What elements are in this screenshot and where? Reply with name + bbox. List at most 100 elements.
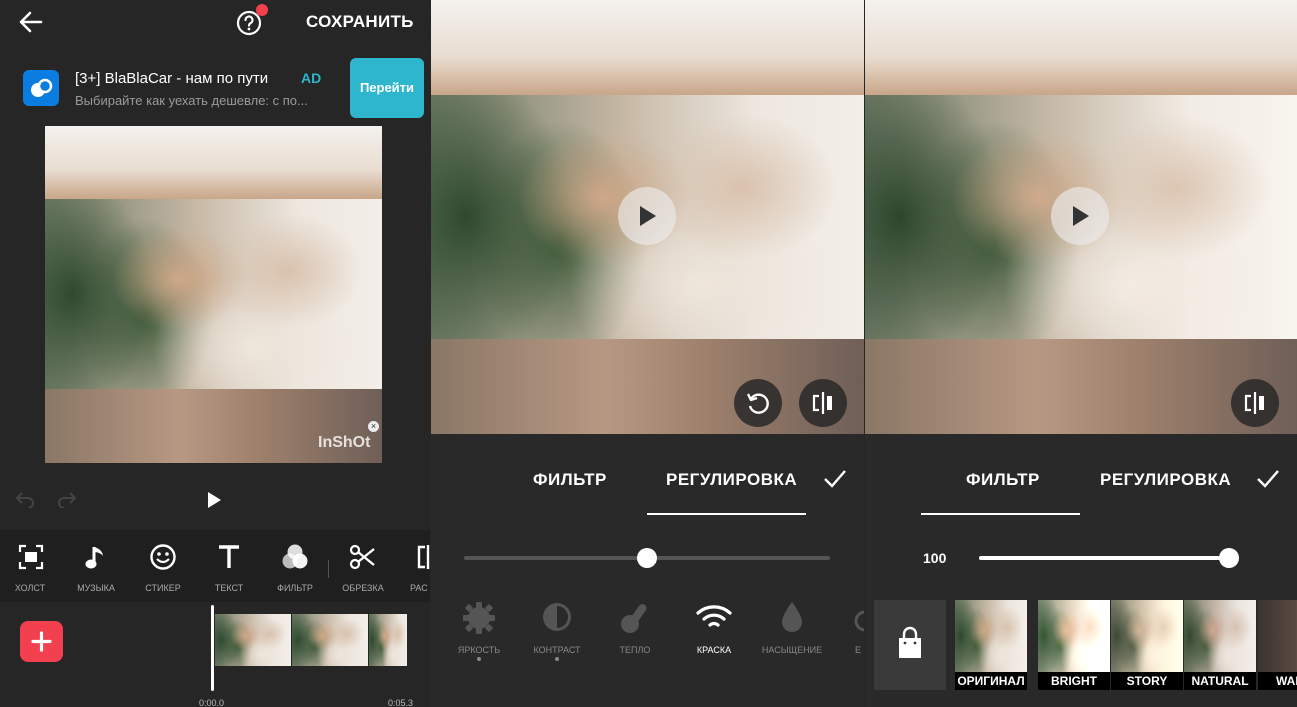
tool-filter[interactable]: ФИЛЬТР: [262, 530, 328, 602]
contrast-icon: [541, 601, 573, 633]
undo-icon[interactable]: [14, 490, 36, 509]
right-panel: ФИЛЬТР РЕГУЛИРОВКА 100 ОРИГИНАЛ BRIGHT S…: [865, 0, 1297, 707]
wifi-arc-icon: [695, 602, 733, 632]
playhead[interactable]: [211, 605, 214, 691]
filter-warm[interactable]: WAR: [1258, 600, 1297, 690]
tab-adjust[interactable]: РЕГУЛИРОВКА: [666, 470, 797, 490]
drop-icon: [779, 600, 805, 634]
tool-trim[interactable]: ОБРЕЗКА: [330, 530, 396, 602]
play-button[interactable]: [1051, 187, 1109, 245]
video-preview[interactable]: [431, 0, 864, 434]
adjust-tint[interactable]: КРАСКА: [674, 598, 754, 668]
ad-banner[interactable]: [3+] BlaBlaCar - нам по пути AD Выбирайт…: [0, 58, 430, 118]
adjust-label: ЯРКОСТЬ: [457, 645, 501, 655]
split-icon: [416, 544, 430, 570]
filter-strength-value: 100: [923, 550, 947, 566]
notification-dot: [256, 4, 268, 16]
adjust-label: КОНТРАСТ: [533, 645, 581, 655]
filter-label: WAR: [1258, 672, 1297, 690]
preview-blur-bottom: [431, 339, 864, 434]
left-panel: СОХРАНИТЬ [3+] BlaBlaCar - нам по пути A…: [0, 0, 430, 707]
help-icon[interactable]: [236, 4, 268, 37]
video-preview[interactable]: [865, 0, 1297, 434]
tab-underline: [647, 513, 806, 515]
filter-store-button[interactable]: [874, 600, 946, 690]
scissors-icon: [349, 543, 377, 571]
reset-button[interactable]: [734, 379, 782, 427]
timeline-track[interactable]: [215, 614, 407, 666]
compare-button[interactable]: [799, 379, 847, 427]
filter-story[interactable]: STORY: [1111, 600, 1183, 690]
tool-label: РАС: [410, 583, 428, 593]
play-button[interactable]: [618, 187, 676, 245]
tool-sticker[interactable]: СТИКЕР: [130, 530, 196, 602]
filter-preview: [1111, 600, 1183, 672]
adjust-label: КРАСКА: [696, 645, 732, 655]
confirm-check-icon[interactable]: [823, 468, 847, 490]
adjust-brightness[interactable]: ЯРКОСТЬ: [439, 598, 519, 668]
filter-natural[interactable]: NATURAL: [1184, 600, 1256, 690]
back-arrow-icon[interactable]: [18, 10, 44, 34]
video-preview[interactable]: InShOt ×: [45, 126, 382, 463]
tool-split[interactable]: РАС: [400, 530, 430, 602]
filter-bright[interactable]: BRIGHT: [1038, 600, 1110, 690]
slider-thumb[interactable]: [1219, 548, 1239, 568]
filter-label: NATURAL: [1184, 672, 1256, 690]
adjust-warmth[interactable]: ТЕПЛО: [595, 598, 675, 668]
ad-badge: AD: [301, 70, 322, 86]
indicator-dot: [555, 657, 559, 661]
confirm-check-icon[interactable]: [1256, 468, 1280, 490]
timeline-frame: [292, 614, 368, 666]
ad-title: [3+] BlaBlaCar - нам по пути: [75, 70, 269, 87]
filter-original[interactable]: ОРИГИНАЛ: [955, 600, 1027, 690]
timeline-frame: [369, 614, 407, 666]
reset-icon: [746, 393, 769, 414]
partial-icon: [851, 603, 864, 633]
filter-label: STORY: [1111, 672, 1183, 690]
adjust-contrast[interactable]: КОНТРАСТ: [517, 598, 597, 668]
tool-label: ОБРЕЗКА: [342, 583, 384, 593]
play-icon: [640, 206, 656, 226]
adjust-more[interactable]: Е: [847, 598, 864, 668]
tool-label: ФИЛЬТР: [277, 583, 313, 593]
watermark-close-icon[interactable]: ×: [368, 421, 379, 432]
preview-blur-top: [45, 126, 382, 199]
watermark[interactable]: InShOt: [318, 434, 370, 452]
adjust-label: НАСЫЩЕНИЕ: [761, 645, 823, 655]
filter-strength-slider[interactable]: [979, 548, 1239, 568]
canvas-icon: [18, 544, 44, 570]
filter-preview: [1258, 600, 1297, 672]
tool-text[interactable]: ТЕКСТ: [196, 530, 262, 602]
ad-app-icon: [23, 70, 59, 106]
timeline-frame: [215, 614, 291, 666]
compare-button[interactable]: [1231, 379, 1279, 427]
redo-icon[interactable]: [56, 490, 78, 509]
music-note-icon: [84, 543, 108, 571]
tab-filter[interactable]: ФИЛЬТР: [533, 470, 607, 490]
filter-preview: [1184, 600, 1256, 672]
text-t-icon: [217, 544, 241, 570]
tool-toolbar: ХОЛСТ МУЗЫКА СТИКЕР ТЕКСТ ФИЛЬТР ОБРЕЗКА…: [0, 530, 430, 602]
slider-thumb[interactable]: [637, 548, 657, 568]
tool-label: МУЗЫКА: [77, 583, 115, 593]
tool-label: СТИКЕР: [145, 583, 181, 593]
filter-label: BRIGHT: [1038, 672, 1110, 690]
thermometer-icon: [619, 601, 651, 635]
tool-canvas[interactable]: ХОЛСТ: [0, 530, 60, 602]
add-clip-button[interactable]: [20, 621, 63, 662]
ad-cta-button[interactable]: Перейти: [350, 58, 424, 118]
adjust-slider[interactable]: [464, 548, 830, 568]
tab-filter[interactable]: ФИЛЬТР: [966, 470, 1040, 490]
save-button[interactable]: СОХРАНИТЬ: [306, 12, 414, 32]
adjust-saturation[interactable]: НАСЫЩЕНИЕ: [752, 598, 832, 668]
compare-icon: [812, 392, 832, 414]
slider-track-fill: [979, 556, 1229, 560]
filter-preview: [955, 600, 1027, 672]
tool-music[interactable]: МУЗЫКА: [62, 530, 130, 602]
play-icon: [1073, 206, 1089, 226]
tab-adjust[interactable]: РЕГУЛИРОВКА: [1100, 470, 1231, 490]
preview-blur-top: [431, 0, 864, 95]
play-icon[interactable]: [205, 490, 223, 510]
shopping-bag-icon: [899, 626, 921, 658]
tool-label: ТЕКСТ: [214, 583, 244, 593]
